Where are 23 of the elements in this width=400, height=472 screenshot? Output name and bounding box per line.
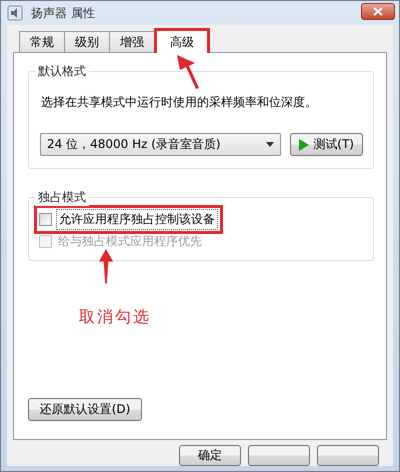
close-icon bbox=[373, 7, 383, 16]
checkbox-label[interactable]: 允许应用程序独占控制该设备 bbox=[56, 208, 218, 230]
tab[interactable]: 级别 bbox=[64, 31, 110, 52]
speaker-icon bbox=[7, 5, 23, 21]
tab[interactable]: 高级 bbox=[154, 28, 210, 53]
caret-icon bbox=[266, 142, 274, 147]
description: 选择在共享模式中运行时使用的采样频率和位深度。 bbox=[41, 94, 318, 111]
close-button[interactable] bbox=[361, 3, 395, 20]
play-icon bbox=[299, 138, 310, 150]
tab[interactable]: 常规 bbox=[19, 31, 65, 52]
group-title: 默认格式 bbox=[35, 63, 89, 80]
tab[interactable]: 增强 bbox=[109, 31, 155, 52]
restore-defaults-button[interactable]: 还原默认设置(D) bbox=[28, 398, 142, 421]
format-dropdown[interactable]: 24 位，48000 Hz (录音室音质) bbox=[40, 133, 282, 156]
annotation-text: 取消勾选 bbox=[79, 307, 151, 328]
group-title: 独占模式 bbox=[35, 189, 89, 206]
window-title: 扬声器 属性 bbox=[31, 4, 96, 22]
dialog-button[interactable] bbox=[248, 445, 310, 466]
checkbox[interactable] bbox=[39, 212, 52, 226]
arrow bbox=[177, 55, 199, 89]
dialog-button[interactable] bbox=[317, 445, 379, 466]
ok-button[interactable]: 确定 bbox=[179, 445, 241, 466]
test-button[interactable]: 测试(T) bbox=[290, 133, 363, 156]
